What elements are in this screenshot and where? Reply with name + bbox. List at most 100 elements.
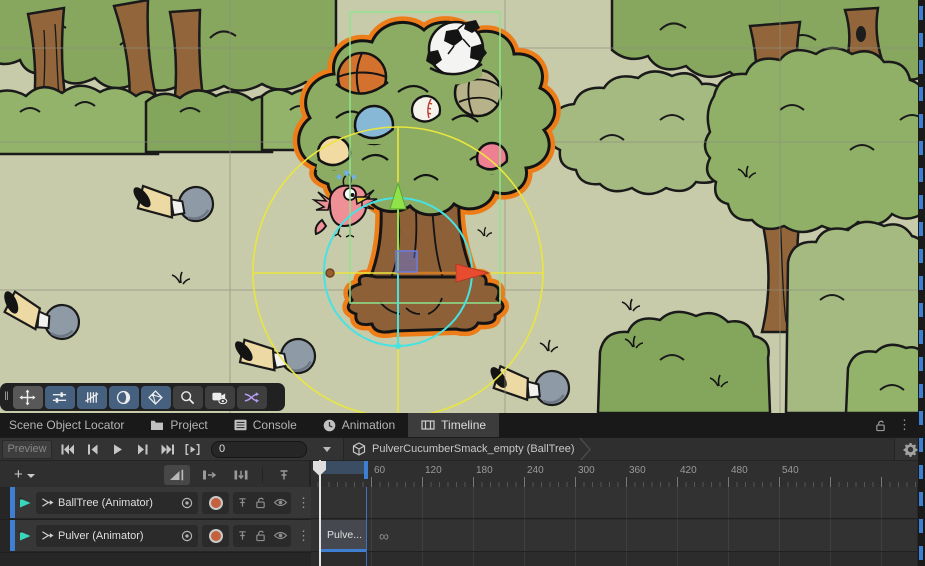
mix-mode-button[interactable] <box>164 465 190 485</box>
prism-tool-button[interactable] <box>141 386 171 409</box>
transport-controls <box>55 440 205 459</box>
track-row[interactable]: Pulver (Animator) ⋮ <box>0 520 311 553</box>
search-tool-button[interactable] <box>173 386 203 409</box>
skip-to-end-icon <box>161 444 174 455</box>
duration-marker[interactable] <box>364 461 368 479</box>
track-row[interactable]: BallTree (Animator) ⋮ <box>0 487 311 520</box>
pin-icon[interactable] <box>237 529 248 542</box>
tab-label: Timeline <box>441 418 486 432</box>
play-range-button[interactable] <box>180 440 205 459</box>
xy-plane-handle[interactable] <box>396 251 417 272</box>
ruler-tick-label: 180 <box>476 465 493 476</box>
track-options-group <box>233 525 291 547</box>
breadcrumb[interactable]: PulverCucumberSmack_empty (BallTree) <box>344 438 579 460</box>
ruler-tick-label: 300 <box>578 465 595 476</box>
timeline-breadcrumb-bar: PulverCucumberSmack_empty (BallTree) <box>343 438 894 460</box>
editor-tab-bar: Scene Object Locator Project Console Ani… <box>0 413 925 437</box>
track-name-box[interactable]: Pulver (Animator) <box>36 525 198 547</box>
preview-button[interactable]: Preview <box>2 440 52 459</box>
kebab-menu-icon[interactable]: ⋮ <box>898 417 911 433</box>
record-button[interactable] <box>202 525 229 547</box>
lock-open-icon[interactable] <box>255 496 266 509</box>
kebab-menu-icon[interactable]: ⋮ <box>297 495 310 511</box>
playhead-line[interactable] <box>319 460 321 566</box>
skip-to-start-button[interactable] <box>55 440 80 459</box>
play-button[interactable] <box>105 440 130 459</box>
ripple-mode-button[interactable] <box>196 465 222 485</box>
shuffle-tool-icon <box>243 389 260 406</box>
console-icon <box>234 419 247 431</box>
object-picker-icon[interactable] <box>181 497 193 509</box>
tab-label: Project <box>170 418 207 432</box>
track-name: Pulver (Animator) <box>58 530 177 542</box>
track-content-row[interactable] <box>311 487 917 519</box>
mix-mode-icon <box>169 468 185 482</box>
play-icon <box>111 444 124 455</box>
editor-window: ‖ Scene Object Locator <box>0 0 925 566</box>
tab-animation[interactable]: Animation <box>310 413 408 437</box>
add-track-button[interactable]: + <box>14 466 35 483</box>
record-icon <box>209 496 223 510</box>
fence-tool-button[interactable] <box>77 386 107 409</box>
blue-ball[interactable] <box>353 106 395 144</box>
chevron-down-icon[interactable] <box>323 447 331 452</box>
eye-icon[interactable] <box>273 497 288 508</box>
skip-to-end-button[interactable] <box>155 440 180 459</box>
shuffle-button[interactable] <box>237 386 267 409</box>
eye-icon[interactable] <box>273 530 288 541</box>
animator-binding-icon <box>41 496 54 509</box>
clock-icon <box>323 419 336 432</box>
track-name-box[interactable]: BallTree (Animator) <box>36 492 198 514</box>
scene-view[interactable] <box>0 0 925 413</box>
track-options-group <box>233 492 291 514</box>
breadcrumb-chevron <box>579 438 592 461</box>
step-back-button[interactable] <box>80 440 105 459</box>
lock-open-icon[interactable] <box>875 419 886 432</box>
mixer-tool-icon <box>51 389 68 406</box>
replace-mode-button[interactable] <box>228 465 254 485</box>
pink-ball[interactable] <box>475 143 509 174</box>
breadcrumb-label: PulverCucumberSmack_empty (BallTree) <box>372 443 575 455</box>
timeline-toolbar: Preview 0 <box>0 437 925 460</box>
step-back-icon <box>86 444 99 455</box>
pin-button[interactable] <box>271 465 297 485</box>
camera-visibility-button[interactable] <box>205 386 235 409</box>
move-tool-button[interactable] <box>13 386 43 409</box>
tab-project[interactable]: Project <box>137 413 220 437</box>
ruler-tick-label: 240 <box>527 465 544 476</box>
scene-overlay-toolbar: ‖ <box>0 383 285 411</box>
search-tool-icon <box>179 389 196 406</box>
tab-console[interactable]: Console <box>221 413 310 437</box>
moon-tool-button[interactable] <box>109 386 139 409</box>
ruler-tick-label: 120 <box>425 465 442 476</box>
kebab-menu-icon[interactable]: ⋮ <box>297 528 310 544</box>
skip-to-start-icon <box>61 444 74 455</box>
mixer-tool-button[interactable] <box>45 386 75 409</box>
animation-clip[interactable]: Pulve... <box>321 520 366 552</box>
track-content-row[interactable] <box>311 520 917 552</box>
step-forward-icon <box>136 444 149 455</box>
baseball[interactable] <box>410 96 442 126</box>
toolbar-drag-handle[interactable]: ‖ <box>4 389 9 403</box>
tab-timeline[interactable]: Timeline <box>408 413 499 437</box>
divider <box>262 467 263 483</box>
dock-edge-strip <box>918 0 925 566</box>
tab-label: Console <box>253 418 297 432</box>
tab-scene-object-locator[interactable]: Scene Object Locator <box>0 413 137 437</box>
timeline-ruler-row: + 60 120 180 <box>0 460 925 487</box>
track-name: BallTree (Animator) <box>58 497 177 509</box>
infinite-clip-icon: ∞ <box>379 520 389 552</box>
frame-field[interactable]: 0 <box>211 441 307 458</box>
pin-icon[interactable] <box>237 496 248 509</box>
frame-ruler[interactable]: 60 120 180 240 300 360 420 480 540 <box>311 461 917 488</box>
record-button[interactable] <box>202 492 229 514</box>
ripple-mode-icon <box>201 468 217 482</box>
track-header: Pulver (Animator) ⋮ <box>15 520 311 551</box>
object-picker-icon[interactable] <box>181 530 193 542</box>
timeline-duration-highlight <box>320 461 366 474</box>
rotation-handle[interactable] <box>326 269 334 277</box>
lock-open-icon[interactable] <box>255 529 266 542</box>
step-forward-button[interactable] <box>130 440 155 459</box>
dock-edge-dashes <box>919 0 923 566</box>
fence-tool-icon <box>83 389 100 406</box>
